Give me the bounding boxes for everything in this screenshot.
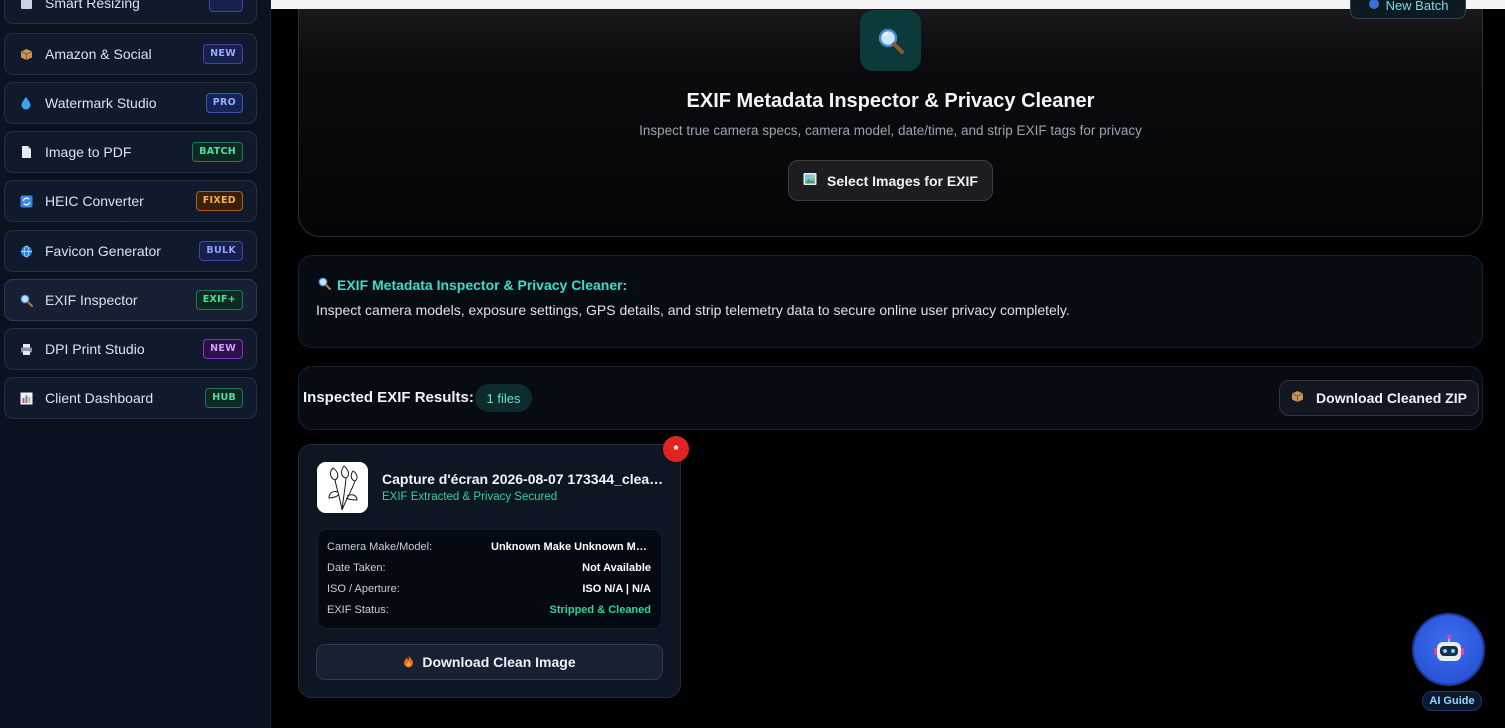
image-icon xyxy=(803,172,817,189)
sidebar-item-label: Image to PDF xyxy=(45,144,132,160)
sidebar-item-badge xyxy=(209,0,243,12)
metadata-key: EXIF Status: xyxy=(327,604,389,616)
sidebar-item-dpi-print-studio[interactable]: DPI Print Studio NEW xyxy=(4,328,257,370)
page-title: EXIF Metadata Inspector & Privacy Cleane… xyxy=(686,90,1095,112)
chart-icon xyxy=(19,391,33,405)
download-zip-button[interactable]: Download Cleaned ZIP xyxy=(1279,380,1479,416)
metadata-key: Camera Make/Model: xyxy=(327,541,433,553)
fire-icon xyxy=(403,654,414,671)
metadata-value: ISO N/A | N/A xyxy=(582,583,651,595)
metadata-key: Date Taken: xyxy=(327,562,386,574)
search-icon xyxy=(318,277,331,293)
sidebar-item-amazon-social[interactable]: Amazon & Social NEW xyxy=(4,33,257,75)
page-subtitle: Inspect true camera specs, camera model,… xyxy=(639,123,1142,138)
sidebar-item-badge: HUB xyxy=(205,388,243,408)
download-clean-image-button[interactable]: Download Clean Image xyxy=(316,644,663,680)
resize-icon xyxy=(19,0,33,10)
info-title: EXIF Metadata Inspector & Privacy Cleane… xyxy=(318,277,627,293)
metadata-row-date: Date Taken: Not Available xyxy=(327,562,651,574)
results-label: Inspected EXIF Results: xyxy=(303,389,474,406)
search-icon xyxy=(19,293,33,307)
sidebar-item-label: Smart Resizing xyxy=(45,0,140,11)
metadata-row-iso: ISO / Aperture: ISO N/A | N/A xyxy=(327,583,651,595)
metadata-row-camera: Camera Make/Model: Unknown Make Unknown … xyxy=(327,541,651,553)
metadata-key: ISO / Aperture: xyxy=(327,583,400,595)
download-zip-label: Download Cleaned ZIP xyxy=(1316,390,1467,406)
ai-guide-label[interactable]: AI Guide xyxy=(1422,691,1482,711)
download-clean-image-label: Download Clean Image xyxy=(422,654,576,670)
top-strip xyxy=(271,0,1505,9)
file-name: Capture d'écran 2026-08-07 173344_clean_… xyxy=(382,471,667,487)
metadata-value: Unknown Make Unknown Model xyxy=(491,541,651,553)
printer-icon xyxy=(19,342,33,356)
sidebar-item-badge: NEW xyxy=(203,44,243,64)
metadata-row-status: EXIF Status: Stripped & Cleaned xyxy=(327,604,651,616)
droplet-icon xyxy=(19,96,33,110)
box-icon xyxy=(19,47,33,61)
sidebar-item-label: Watermark Studio xyxy=(45,95,157,111)
metadata-value: Not Available xyxy=(582,562,651,574)
sidebar: Smart Resizing Amazon & Social NEW Water… xyxy=(0,0,271,728)
globe-icon xyxy=(19,244,33,258)
sidebar-item-badge: BATCH xyxy=(192,142,243,162)
sidebar-item-label: HEIC Converter xyxy=(45,193,144,209)
sidebar-item-badge: BULK xyxy=(199,241,243,261)
info-description: Inspect camera models, exposure settings… xyxy=(316,302,1070,318)
remove-file-button[interactable]: * xyxy=(663,436,689,462)
ai-guide-button[interactable] xyxy=(1414,615,1483,684)
tulip-sketch-icon xyxy=(317,462,368,513)
new-batch-button[interactable]: New Batch xyxy=(1350,0,1466,19)
sidebar-item-favicon-generator[interactable]: Favicon Generator BULK xyxy=(4,230,257,272)
sidebar-item-label: Client Dashboard xyxy=(45,390,154,406)
file-count-badge: 1 files xyxy=(475,384,532,412)
convert-icon xyxy=(19,194,33,208)
metadata-value: Stripped & Cleaned xyxy=(549,604,651,616)
box-icon xyxy=(1291,390,1304,406)
file-status: EXIF Extracted & Privacy Secured xyxy=(382,491,558,503)
sidebar-item-client-dashboard[interactable]: Client Dashboard HUB xyxy=(4,377,257,419)
refresh-icon xyxy=(1368,0,1380,13)
sidebar-item-label: EXIF Inspector xyxy=(45,292,138,308)
document-icon xyxy=(19,145,33,159)
robot-icon xyxy=(1433,634,1464,661)
info-title-text: EXIF Metadata Inspector & Privacy Cleane… xyxy=(337,277,628,293)
sidebar-item-badge: PRO xyxy=(205,93,243,113)
sidebar-item-badge: EXIF+ xyxy=(195,290,243,310)
sidebar-item-image-to-pdf[interactable]: Image to PDF BATCH xyxy=(4,131,257,173)
new-batch-label: New Batch xyxy=(1385,0,1449,13)
sidebar-item-label: Amazon & Social xyxy=(45,46,152,62)
sidebar-item-exif-inspector[interactable]: EXIF Inspector EXIF+ xyxy=(4,279,257,321)
select-images-label: Select Images for EXIF xyxy=(827,172,978,189)
sidebar-item-label: DPI Print Studio xyxy=(45,341,145,357)
sidebar-item-label: Favicon Generator xyxy=(45,243,161,259)
file-thumbnail xyxy=(317,462,368,513)
sidebar-item-watermark-studio[interactable]: Watermark Studio PRO xyxy=(4,82,257,124)
sidebar-item-badge: NEW xyxy=(203,339,243,359)
sidebar-item-badge: FIXED xyxy=(195,191,243,211)
select-images-button[interactable]: Select Images for EXIF xyxy=(788,160,993,201)
magnifier-hero-icon xyxy=(860,10,921,71)
sidebar-item-smart-resizing[interactable]: Smart Resizing xyxy=(4,0,257,24)
sidebar-item-heic-converter[interactable]: HEIC Converter FIXED xyxy=(4,180,257,222)
